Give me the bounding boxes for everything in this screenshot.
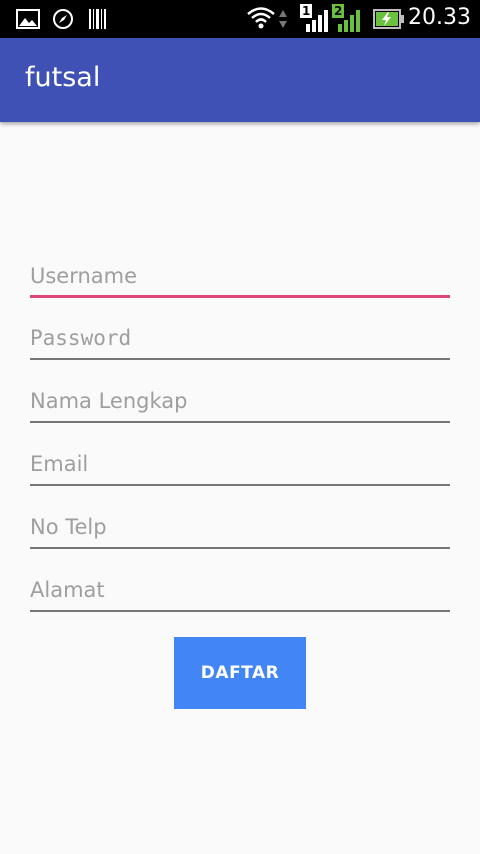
- fullname-field-container: [30, 383, 450, 423]
- email-input[interactable]: [30, 446, 450, 482]
- email-field-container: [30, 446, 450, 486]
- phone-underline: [30, 547, 450, 549]
- wifi-icon: [247, 7, 275, 29]
- address-field-container: [30, 572, 450, 612]
- app-bar: futsal: [0, 38, 480, 122]
- username-input[interactable]: [30, 258, 450, 294]
- email-underline: [30, 484, 450, 486]
- clock: 20.33: [408, 5, 471, 30]
- username-field-container: [30, 258, 450, 298]
- register-button[interactable]: DAFTAR: [174, 637, 306, 709]
- phone-field-container: [30, 509, 450, 549]
- username-underline: [30, 295, 450, 298]
- fullname-underline: [30, 421, 450, 423]
- barcode-icon: [89, 9, 106, 29]
- battery-charging-icon: [373, 9, 404, 29]
- compass-icon: [53, 9, 73, 29]
- status-bar: 1 2 20.33: [0, 0, 480, 38]
- password-input[interactable]: [30, 320, 450, 356]
- signal-sim1-icon: 1: [300, 4, 330, 32]
- data-activity-icon: [279, 10, 287, 28]
- signal-sim2-icon: 2: [332, 4, 362, 32]
- phone-input[interactable]: [30, 509, 450, 545]
- fullname-input[interactable]: [30, 383, 450, 419]
- app-title: futsal: [25, 62, 101, 93]
- address-underline: [30, 610, 450, 612]
- address-input[interactable]: [30, 572, 450, 608]
- password-field-container: [30, 320, 450, 360]
- password-underline: [30, 358, 450, 360]
- image-icon: [16, 9, 40, 29]
